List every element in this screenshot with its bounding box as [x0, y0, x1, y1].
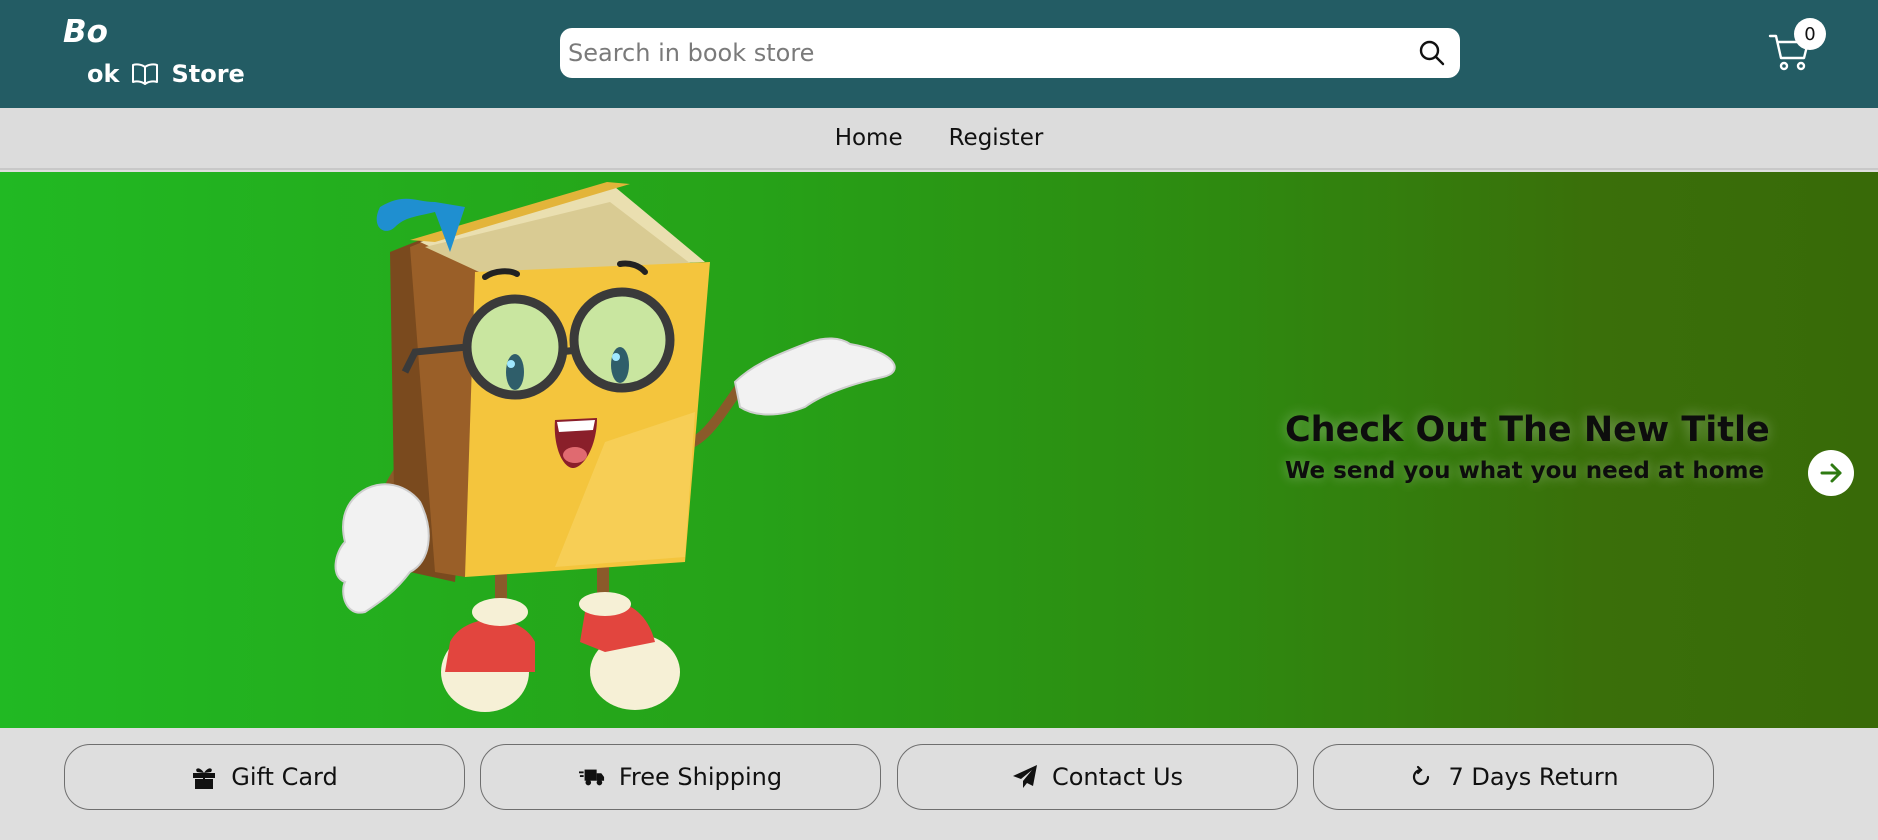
- nav-item-home[interactable]: Home: [835, 125, 903, 151]
- gift-icon: [191, 764, 217, 790]
- feature-label: 7 Days Return: [1448, 763, 1619, 791]
- truck-icon: [578, 764, 605, 790]
- cart-count-badge: 0: [1794, 18, 1826, 50]
- nav-item-register[interactable]: Register: [949, 125, 1044, 151]
- main-nav: Home Register: [0, 108, 1878, 170]
- hero-title: Check Out The New Title: [1285, 410, 1770, 450]
- arrow-right-icon: [1820, 463, 1842, 483]
- logo-text-top: Bo: [63, 14, 108, 50]
- cart-button[interactable]: 0: [1768, 14, 1828, 74]
- site-header: Bo ok Store 0: [0, 0, 1878, 108]
- search-input[interactable]: [568, 39, 1418, 67]
- feature-label: Gift Card: [231, 763, 338, 791]
- search-icon[interactable]: [1418, 39, 1446, 67]
- logo-text-bottom: ok Store: [87, 60, 245, 88]
- book-mascot-illustration: [334, 182, 896, 712]
- features-bar: Gift Card Free Shipping Contact Us 7 Day…: [0, 728, 1878, 840]
- feature-label: Contact Us: [1051, 763, 1184, 791]
- open-book-icon: [131, 62, 159, 86]
- rotate-icon: [1408, 764, 1434, 790]
- feature-gift-card[interactable]: Gift Card: [64, 744, 465, 810]
- paper-plane-icon: [1012, 764, 1038, 790]
- feature-free-shipping[interactable]: Free Shipping: [480, 744, 881, 810]
- hero-banner: Check Out The New Title We send you what…: [0, 172, 1878, 728]
- feature-7-days-return[interactable]: 7 Days Return: [1313, 744, 1714, 810]
- hero-subtitle: We send you what you need at home: [1285, 458, 1765, 484]
- feature-contact-us[interactable]: Contact Us: [897, 744, 1298, 810]
- logo-text-store: Store: [171, 60, 245, 88]
- hero-text: Check Out The New Title We send you what…: [1285, 410, 1770, 484]
- feature-label: Free Shipping: [618, 763, 783, 791]
- carousel-next-button[interactable]: [1808, 450, 1854, 496]
- logo-text-part: ok: [87, 60, 120, 88]
- search-bar: [560, 28, 1460, 78]
